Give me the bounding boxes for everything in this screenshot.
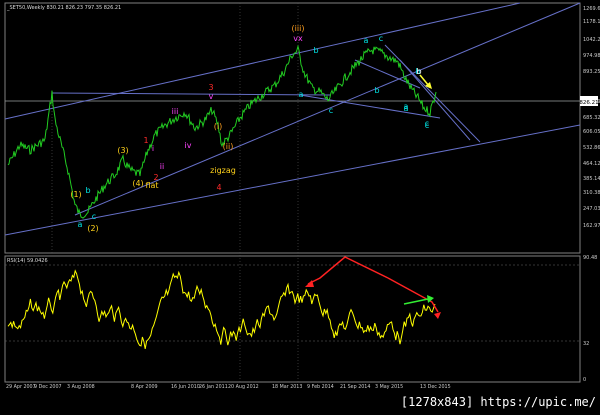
x-tick-label: 13 Dec 2015	[420, 384, 451, 390]
price-tick-label: 1269.65	[583, 6, 600, 12]
x-tick-label: 29 Apr 2007	[6, 384, 36, 390]
wave-label: vx	[293, 34, 303, 43]
wave-label: a	[364, 36, 369, 45]
wave-label: a	[299, 90, 304, 99]
x-axis: 29 Apr 20079 Dec 2007 3 Aug 2008 8 Apr 200…	[6, 384, 451, 390]
wave-label: a	[78, 220, 83, 229]
wave-labels: abc(1)(2)(3)(4) flat1234iiiiiiivv(i)(ii)(…	[70, 24, 429, 233]
wave-label: b	[313, 46, 318, 55]
footer-bar: [1278x843] https://upic.me/	[0, 392, 600, 415]
x-tick-label: 18 Mar 2013	[272, 384, 302, 390]
x-tick-label: 20 Aug 2012	[228, 384, 259, 390]
price-tick-label: 532.86	[583, 145, 600, 151]
wave-label: (ii)	[223, 142, 234, 151]
channel-mid-line	[51, 92, 331, 96]
wave-label: a	[404, 102, 409, 111]
price-tick-label: 1042.28	[583, 37, 600, 43]
annotations	[305, 74, 441, 319]
wave-label: c	[92, 212, 96, 221]
wave-label: 3	[208, 83, 213, 92]
x-tick-label: 3 Aug 2008	[67, 384, 95, 390]
fan-line-1	[384, 44, 481, 143]
wave-label: (2)	[87, 224, 98, 233]
wave-label: zigzag	[210, 166, 236, 175]
rsi-header: RSI(14) 59.0426	[7, 258, 48, 264]
price-tick-label: 162.97	[583, 223, 600, 229]
wave-label: 2	[153, 173, 158, 182]
x-tick-label: 16 Jun 2010	[171, 384, 200, 390]
x-tick-label: 21 Sep 2014	[340, 384, 370, 390]
red-divergence-line-1	[307, 256, 389, 285]
x-tick-label: 8 Apr 2009	[131, 384, 158, 390]
rsi-series-line	[7, 269, 436, 349]
x-tick-label: 9 Feb 2014	[307, 384, 334, 390]
x-tick-label: 26 Jan 2011	[199, 384, 228, 390]
price-tick-label: 247.03	[583, 206, 600, 212]
footer-text: [1278x843] https://upic.me/	[400, 395, 596, 409]
price-tick-label: 606.05	[583, 129, 600, 135]
price-tick-label: 385.14	[583, 176, 600, 182]
wave-label: (i)	[214, 122, 222, 131]
x-tick-label: 3 May 2015	[375, 384, 403, 390]
wave-label: (4)	[132, 179, 143, 188]
price-tick-label: 310.38	[583, 190, 600, 196]
wave-label: 4	[216, 183, 221, 192]
price-tick-label: 685.32	[583, 115, 600, 121]
rsi-tick-label: 32	[583, 341, 589, 347]
wave-label: (1)	[70, 190, 81, 199]
rsi-axis: 90.48 32 0	[583, 255, 597, 383]
rsi-tick-label: 0	[583, 377, 586, 383]
wave-label: (3)	[117, 146, 128, 155]
rsi-panel-frame	[4, 255, 581, 383]
price-axis: 1269.651178.121042.28974.98893.25752.696…	[583, 6, 600, 229]
price-tick-label: 974.98	[583, 53, 600, 59]
price-header: _SET50,Weekly 830.21 826.23 797.35 826.2…	[6, 5, 121, 11]
chart-area: abc(1)(2)(3)(4) flat1234iiiiiiivv(i)(ii)(…	[4, 2, 600, 390]
wave-label: c	[329, 106, 333, 115]
wave-label: c	[425, 119, 429, 128]
x-tick-label: 9 Dec 2007	[34, 384, 62, 390]
wave-label: i	[152, 144, 154, 153]
wave-label: (iii)	[292, 24, 305, 33]
red-divergence-line-2	[387, 277, 439, 313]
wave-label: iii	[172, 107, 179, 116]
wave-label: b	[416, 67, 421, 76]
wave-label: iv	[185, 141, 192, 150]
wave-label: ii	[160, 162, 164, 171]
price-tick-label: 893.25	[583, 69, 600, 75]
fan-line-2	[399, 59, 471, 141]
wave-label: c	[379, 34, 383, 43]
wave-label: b	[85, 186, 90, 195]
rsi-tick-label: 90.48	[583, 255, 597, 261]
green-rsi-arrow	[403, 298, 429, 305]
wave-label: b	[374, 86, 379, 95]
wave-label: 1	[143, 136, 148, 145]
red-arrow-right	[434, 312, 441, 319]
price-tick-label: 1178.12	[583, 19, 600, 25]
wave-label: flat	[145, 181, 158, 190]
price-tick-label: 464.12	[583, 161, 600, 167]
last-price-value: 826.21	[579, 100, 598, 106]
wave-label: v	[209, 92, 214, 101]
